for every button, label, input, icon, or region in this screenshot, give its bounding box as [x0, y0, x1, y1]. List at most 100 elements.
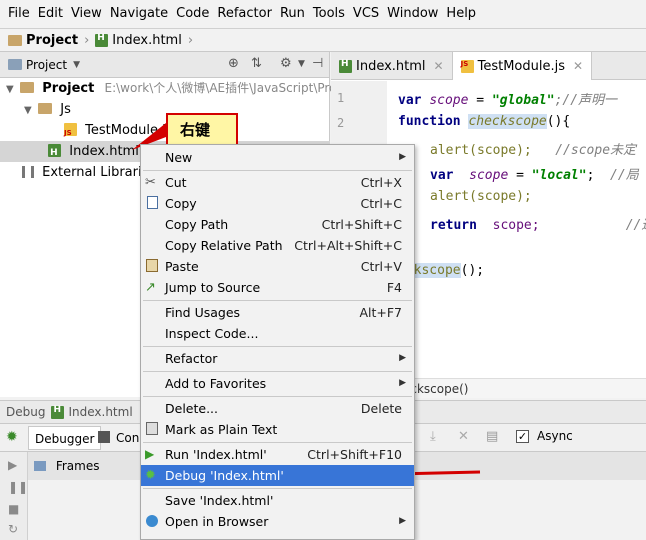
menu-item-copy[interactable]: Copy Ctrl+C — [141, 193, 414, 214]
menu-item-cut[interactable]: ✂ Cut Ctrl+X — [141, 172, 414, 193]
menu-item-paste[interactable]: Paste Ctrl+V — [141, 256, 414, 277]
menu-code[interactable]: Code — [172, 0, 213, 28]
tree-label: Js — [60, 102, 71, 117]
tree-node-testmodule[interactable]: TestModule.js — [64, 120, 173, 144]
copy-icon — [147, 196, 158, 209]
menu-item-add-to-favorites[interactable]: Add to Favorites ▶ — [141, 373, 414, 394]
breadcrumb-project[interactable]: Project — [26, 33, 78, 48]
menu-edit[interactable]: Edit — [34, 0, 67, 28]
menu-item-delete[interactable]: Delete... Delete — [141, 398, 414, 419]
menu-item-refactor[interactable]: Refactor ▶ — [141, 348, 414, 369]
menu-file[interactable]: File — [4, 0, 34, 28]
code-token: ; — [586, 168, 595, 183]
tree-node-external-libraries[interactable]: External Libraries — [22, 162, 156, 183]
hide-icon[interactable]: ⊣ — [312, 56, 323, 71]
menu-view[interactable]: View — [67, 0, 106, 28]
code-token: scope; — [492, 218, 540, 233]
menu-item-run[interactable]: ▶ Run 'Index.html' Ctrl+Shift+F10 — [141, 444, 414, 465]
code-line[interactable]: return scope; //返 — [430, 214, 646, 233]
async-checkbox[interactable]: ✓ — [516, 430, 529, 443]
code-token: //返 — [625, 218, 646, 233]
menu-item-label: Jump to Source — [165, 280, 261, 295]
evaluate-icon[interactable]: ✕ — [458, 429, 469, 444]
menu-shortcut: F4 — [386, 280, 402, 295]
resume-icon[interactable]: ▶ — [8, 458, 17, 472]
paste-icon — [146, 259, 158, 272]
code-token: (); — [460, 263, 485, 278]
html-file-icon — [48, 143, 62, 164]
code-line[interactable]: function checkscope(){ — [398, 114, 570, 129]
menu-divider — [143, 371, 412, 372]
step-icon[interactable]: ⤓ — [430, 429, 436, 444]
code-token: ;//声明一 — [554, 93, 618, 108]
tree-node-js[interactable]: ▼ Js — [24, 99, 71, 120]
stop-icon[interactable]: ■ — [8, 502, 19, 516]
project-view-dropdown[interactable]: Project — [26, 58, 67, 72]
close-icon[interactable]: ✕ — [434, 59, 444, 73]
menu-item-label: Refactor — [165, 351, 218, 366]
menu-run[interactable]: Run — [276, 0, 309, 28]
menu-item-debug[interactable]: ✹ Debug 'Index.html' — [141, 465, 414, 486]
debug-file[interactable]: Index.html — [68, 405, 132, 419]
tab-testmodule-js[interactable]: TestModule.js ✕ — [452, 52, 593, 80]
menu-item-label: Copy Path — [165, 217, 229, 232]
bug-icon: ✹ — [6, 429, 18, 445]
gear-icon[interactable]: ⚙ — [280, 56, 292, 71]
scroll-from-source-icon[interactable]: ⊕ — [228, 56, 239, 71]
html-file-icon — [95, 33, 109, 47]
menu-bar: File Edit View Navigate Code Refactor Ru… — [0, 0, 646, 28]
menu-item-mark-as-plain-text[interactable]: Mark as Plain Text — [141, 419, 414, 440]
menu-item-jump-to-source[interactable]: ↗ Jump to Source F4 — [141, 277, 414, 298]
code-line[interactable]: var scope = "local"; //局 — [430, 164, 639, 183]
submenu-arrow-icon: ▶ — [399, 516, 406, 526]
code-line[interactable]: alert(scope); //scope未定 — [430, 139, 636, 158]
code-line[interactable]: var scope = "global";//声明一 — [398, 89, 617, 108]
menu-window[interactable]: Window — [383, 0, 442, 28]
menu-item-label: Add to Favorites — [165, 376, 267, 391]
gear-dropdown-icon[interactable]: ▼ — [298, 59, 305, 69]
code-token: scope — [469, 168, 509, 183]
frames-label: Frames — [55, 459, 100, 473]
expand-arrow-icon[interactable]: ▼ — [24, 100, 34, 121]
menu-item-label: Save 'Index.html' — [165, 493, 274, 508]
pause-icon[interactable]: ❚❚ — [8, 480, 28, 494]
close-icon[interactable]: ✕ — [573, 59, 583, 73]
rerun-icon[interactable]: ↻ — [8, 522, 18, 536]
menu-vcs[interactable]: VCS — [349, 0, 383, 28]
folder-icon — [8, 34, 22, 46]
menu-item-find-usages[interactable]: Find Usages Alt+F7 — [141, 302, 414, 323]
menu-divider — [143, 488, 412, 489]
menu-help[interactable]: Help — [442, 0, 480, 28]
menu-item-new[interactable]: New ▶ — [141, 147, 414, 168]
menu-divider — [143, 442, 412, 443]
menu-refactor[interactable]: Refactor — [213, 0, 276, 28]
collapse-all-icon[interactable]: ⇅ — [251, 56, 262, 71]
menu-item-open-in-browser[interactable]: Open in Browser ▶ — [141, 511, 414, 532]
folder-icon — [38, 103, 53, 114]
annotation-callout: 右键 — [166, 113, 238, 148]
menu-item-inspect-code[interactable]: Inspect Code... — [141, 323, 414, 344]
menu-shortcut: Ctrl+V — [360, 259, 402, 274]
table-icon[interactable]: ▤ — [486, 429, 498, 444]
menu-item-copy-path[interactable]: Copy Path Ctrl+Shift+C — [141, 214, 414, 235]
tree-label: Index.html — [69, 144, 139, 159]
menu-item-copy-relative-path[interactable]: Copy Relative Path Ctrl+Alt+Shift+C — [141, 235, 414, 256]
menu-divider — [143, 346, 412, 347]
line-number: 2 — [337, 116, 345, 130]
tab-debugger[interactable]: Debugger — [28, 426, 102, 450]
code-token: "global" — [491, 93, 555, 108]
menu-navigate[interactable]: Navigate — [106, 0, 172, 28]
tree-node-project[interactable]: ▼ Project E:\work\个人\微博\AE插件\JavaScript\… — [6, 78, 340, 99]
line-number: 1 — [337, 91, 345, 105]
folder-icon — [20, 82, 35, 93]
debug-toolbar: ▶ ❚❚ ■ ↻ — [0, 452, 28, 540]
tree-label: TestModule.js — [85, 123, 173, 138]
menu-item-save[interactable]: Save 'Index.html' — [141, 490, 414, 511]
menu-tools[interactable]: Tools — [309, 0, 349, 28]
breadcrumb-file[interactable]: Index.html — [112, 33, 182, 48]
expand-arrow-icon[interactable]: ▼ — [6, 79, 16, 100]
code-line[interactable]: alert(scope); — [430, 189, 532, 204]
code-token: alert(scope); — [430, 189, 532, 204]
tab-index-html[interactable]: Index.html ✕ — [331, 52, 453, 80]
chevron-down-icon[interactable]: ▼ — [73, 60, 80, 70]
